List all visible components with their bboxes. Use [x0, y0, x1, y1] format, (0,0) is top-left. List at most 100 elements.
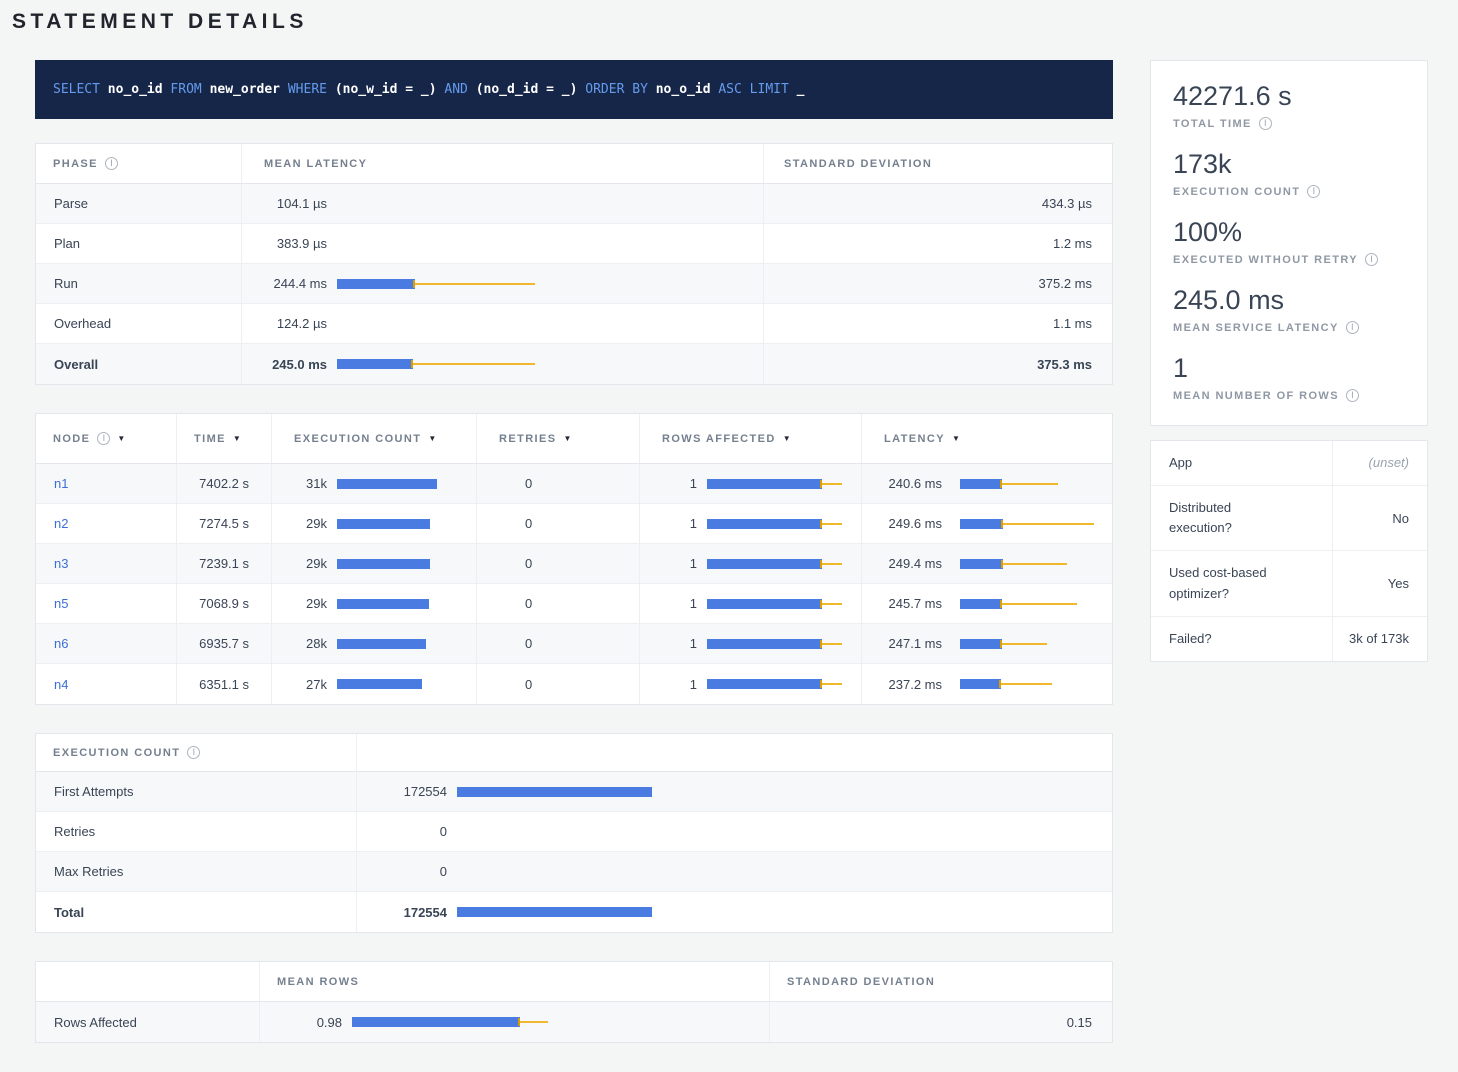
sort-arrow-icon[interactable]: ▼ — [233, 434, 241, 443]
rows-affected-header-spacer — [36, 962, 259, 1001]
node-execution-count-cell: 29k — [271, 504, 476, 543]
execution-count-bar — [337, 637, 426, 651]
rows-affected-value: 1 — [640, 476, 697, 491]
node-table-header: NODE i ▼ TIME ▼ EXECUTION COUNT ▼ RETRIE… — [36, 414, 1112, 464]
phase-name: Run — [36, 264, 241, 303]
retries-header-cell[interactable]: RETRIES ▼ — [476, 414, 639, 463]
stat-item: 173k EXECUTION COUNT i — [1173, 149, 1407, 198]
execution-count-value: 29k — [272, 596, 327, 611]
stat-label: EXECUTED WITHOUT RETRY i — [1173, 253, 1407, 266]
std-deviation-header-label: STANDARD DEVIATION — [784, 158, 932, 170]
std-deviation-value: 1.1 ms — [764, 304, 1112, 343]
stat-value: 1 — [1173, 353, 1407, 384]
phase-table: PHASE i MEAN LATENCY STANDARD DEVIATION … — [35, 143, 1113, 385]
sort-arrow-icon[interactable]: ▼ — [952, 434, 960, 443]
execution-count-header-spacer — [356, 734, 1112, 771]
phase-name: Overhead — [36, 304, 241, 343]
execution-count-row-value-cell: 172554 — [356, 892, 1112, 932]
stat-label: MEAN SERVICE LATENCY i — [1173, 321, 1407, 334]
rows-affected-table-body: Rows Affected 0.98 0.15 — [36, 1002, 1112, 1042]
node-link[interactable]: n4 — [54, 677, 68, 692]
std-deviation-value: 1.2 ms — [764, 224, 1112, 263]
rows-std-deviation-header-cell: STANDARD DEVIATION — [769, 962, 1112, 1001]
node-retries-value: 0 — [476, 624, 639, 663]
node-execution-count-cell: 31k — [271, 464, 476, 503]
node-cell: n1 — [36, 464, 176, 503]
execution-count-row-label: Total — [36, 892, 356, 932]
sort-arrow-icon[interactable]: ▼ — [563, 434, 571, 443]
node-rows-affected-cell: 1 — [639, 584, 861, 623]
node-link[interactable]: n5 — [54, 596, 68, 611]
rows-affected-table: MEAN ROWS STANDARD DEVIATION Rows Affect… — [35, 961, 1113, 1043]
node-execution-count-cell: 27k — [271, 664, 476, 704]
detail-value: Yes — [1333, 551, 1427, 615]
node-link[interactable]: n1 — [54, 476, 68, 491]
execution-count-row: Retries 0 — [36, 812, 1112, 852]
mean-rows-header-cell: MEAN ROWS — [259, 962, 769, 1001]
stat-label-text: MEAN SERVICE LATENCY — [1173, 322, 1339, 334]
node-header-cell[interactable]: NODE i ▼ — [36, 414, 176, 463]
info-icon[interactable]: i — [1365, 253, 1378, 266]
main-column: SELECT no_o_id FROM new_order WHERE (no_… — [35, 60, 1113, 1071]
phase-row: Plan 383.9 µs 1.2 ms — [36, 224, 1112, 264]
execution-count-row-value-cell: 0 — [356, 812, 1112, 851]
detail-row: Distributed execution? No — [1151, 486, 1427, 551]
node-table: NODE i ▼ TIME ▼ EXECUTION COUNT ▼ RETRIE… — [35, 413, 1113, 705]
sql-token: (no_w_id = _) — [335, 82, 445, 97]
node-row: n1 7402.2 s 31k 0 1 240.6 — [36, 464, 1112, 504]
node-cell: n5 — [36, 584, 176, 623]
info-icon[interactable]: i — [187, 746, 200, 759]
info-icon[interactable]: i — [1259, 117, 1272, 130]
info-icon[interactable]: i — [97, 432, 110, 445]
stat-value: 42271.6 s — [1173, 81, 1407, 112]
node-cell: n2 — [36, 504, 176, 543]
node-time-value: 7239.1 s — [176, 544, 271, 583]
info-icon[interactable]: i — [1346, 389, 1359, 402]
mean-latency-cell: 104.1 µs — [241, 184, 764, 223]
summary-stats-card: 42271.6 s TOTAL TIME i 173k EXECUTION CO… — [1150, 60, 1428, 426]
node-link[interactable]: n6 — [54, 636, 68, 651]
node-time-value: 6351.1 s — [176, 664, 271, 704]
execution-count-bar — [337, 597, 429, 611]
detail-row: Failed? 3k of 173k — [1151, 617, 1427, 661]
sql-token: FROM — [170, 82, 209, 97]
detail-value: (unset) — [1333, 441, 1427, 485]
rows-affected-header-cell[interactable]: ROWS AFFECTED ▼ — [639, 414, 861, 463]
rows-affected-value: 1 — [640, 677, 697, 692]
latency-value: 249.6 ms — [862, 516, 942, 531]
sort-arrow-icon[interactable]: ▼ — [783, 434, 791, 443]
latency-header-cell[interactable]: LATENCY ▼ — [861, 414, 1112, 463]
sql-token: SELECT — [53, 82, 108, 97]
node-rows-affected-cell: 1 — [639, 624, 861, 663]
node-execution-count-cell: 29k — [271, 544, 476, 583]
mean-latency-value: 104.1 µs — [242, 196, 327, 211]
mean-latency-cell: 383.9 µs — [241, 224, 764, 263]
stat-value: 173k — [1173, 149, 1407, 180]
execution-count-value: 27k — [272, 677, 327, 692]
phase-row: Overhead 124.2 µs 1.1 ms — [36, 304, 1112, 344]
page-title: STATEMENT DETAILS — [12, 10, 1458, 34]
info-icon[interactable]: i — [1307, 185, 1320, 198]
execution-count-bar — [337, 557, 430, 571]
info-icon[interactable]: i — [1346, 321, 1359, 334]
stat-label-text: MEAN NUMBER OF ROWS — [1173, 390, 1339, 402]
info-icon[interactable]: i — [105, 157, 118, 170]
std-deviation-value: 375.2 ms — [764, 264, 1112, 303]
time-header-cell[interactable]: TIME ▼ — [176, 414, 271, 463]
execution-count-table-body: First Attempts 172554 Retries 0 — [36, 772, 1112, 932]
mean-latency-cell: 245.0 ms — [241, 344, 764, 384]
node-link[interactable]: n3 — [54, 556, 68, 571]
mean-latency-value: 124.2 µs — [242, 316, 327, 331]
sql-token: _ — [797, 82, 805, 97]
mean-rows-header-label: MEAN ROWS — [277, 976, 359, 988]
node-link[interactable]: n2 — [54, 516, 68, 531]
sort-arrow-icon[interactable]: ▼ — [428, 434, 436, 443]
node-execution-count-cell: 29k — [271, 584, 476, 623]
execution-count-header-cell[interactable]: EXECUTION COUNT ▼ — [271, 414, 476, 463]
phase-header-label: PHASE — [53, 158, 98, 170]
mean-latency-bar — [337, 277, 535, 291]
sort-arrow-icon[interactable]: ▼ — [117, 434, 125, 443]
rows-std-deviation-value: 0.15 — [769, 1002, 1112, 1042]
phase-row: Overall 245.0 ms 375.3 ms — [36, 344, 1112, 384]
node-row: n4 6351.1 s 27k 0 1 237.2 — [36, 664, 1112, 704]
